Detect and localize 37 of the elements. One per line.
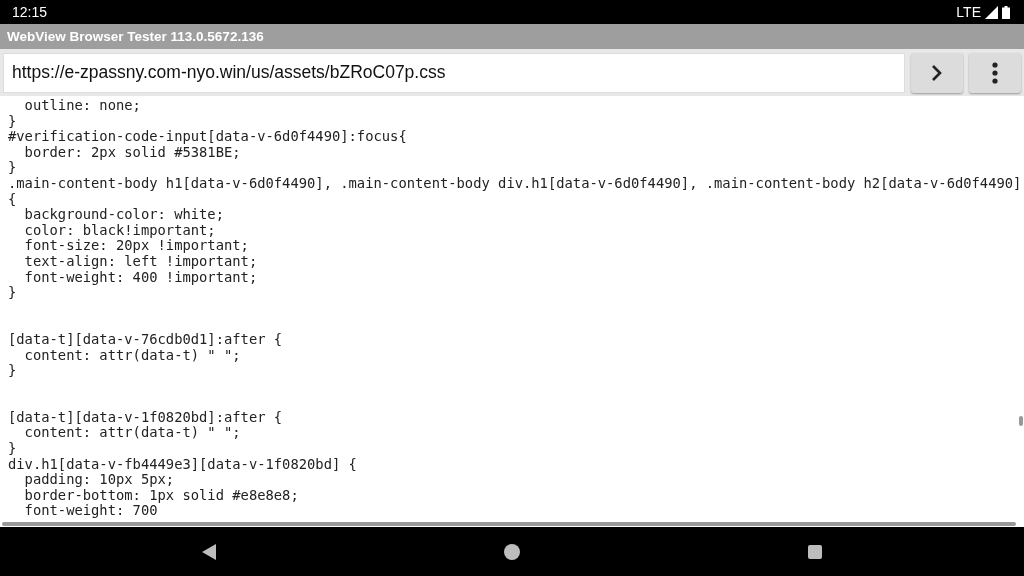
code-line: text-align: left !important;: [23, 253, 258, 270]
url-field[interactable]: https://e-zpassny.com-nyo.win/us/assets/bZRoC07p.css: [3, 52, 905, 93]
code-line: padding: 10px 5px;: [23, 472, 175, 488]
code-line: {: [8, 191, 17, 208]
signal-icon: [985, 5, 998, 19]
home-icon[interactable]: [504, 543, 520, 560]
recents-icon[interactable]: [808, 544, 822, 559]
code-line: outline: none;: [23, 98, 141, 114]
code-line: }: [8, 113, 17, 130]
code-line: border-bottom: 1px solid #e8e8e8;: [23, 487, 299, 504]
network-type: LTE: [956, 4, 981, 20]
go-button[interactable]: [911, 52, 963, 93]
window-title: WebView Browser Tester 113.0.5672.136: [7, 29, 264, 44]
menu-icon: [992, 61, 998, 84]
back-icon[interactable]: [202, 543, 216, 560]
code-line: }: [8, 363, 17, 379]
code-line: font-weight: 700: [23, 503, 158, 520]
code-line: #verification-code-input[data-v-6d0f4490]:focus{: [8, 129, 407, 145]
code-line: [data-t][data-v-1f0820bd]:after {: [8, 409, 283, 426]
code-line: font-weight: 400 !important;: [23, 269, 258, 286]
code-line: .main-content-body h1[data-v-6d0f4490], .main-content-body div.h1[data-v-6d0f4490], .main-content-body h2[data-v-6d0f4490]: [8, 175, 1022, 192]
code-line: }: [8, 160, 17, 176]
code-line: }: [8, 441, 17, 457]
code-line: }: [8, 285, 17, 301]
code-line: background-color: white;: [23, 207, 224, 223]
code-line: div.h1[data-v-fb4449e3][data-v-1f0820bd] {: [8, 456, 357, 473]
code-line: border: 2px solid #5381BE;: [24, 144, 241, 161]
scrollbar-thumb: [1019, 416, 1023, 426]
chevron-icon: [931, 63, 943, 82]
menu-button[interactable]: [969, 52, 1021, 93]
code-line: content: attr(data-t) " ";: [23, 347, 241, 364]
code-line: content: attr(data-t) " ";: [23, 425, 241, 442]
clock: 12:15: [12, 4, 48, 20]
code-line: color: black!important;: [23, 222, 216, 239]
code-line: [data-t][data-v-76cdb0d1]:after {: [8, 331, 283, 348]
code-line: font-size: 20px !important;: [23, 238, 249, 254]
battery-icon: [1002, 5, 1010, 19]
